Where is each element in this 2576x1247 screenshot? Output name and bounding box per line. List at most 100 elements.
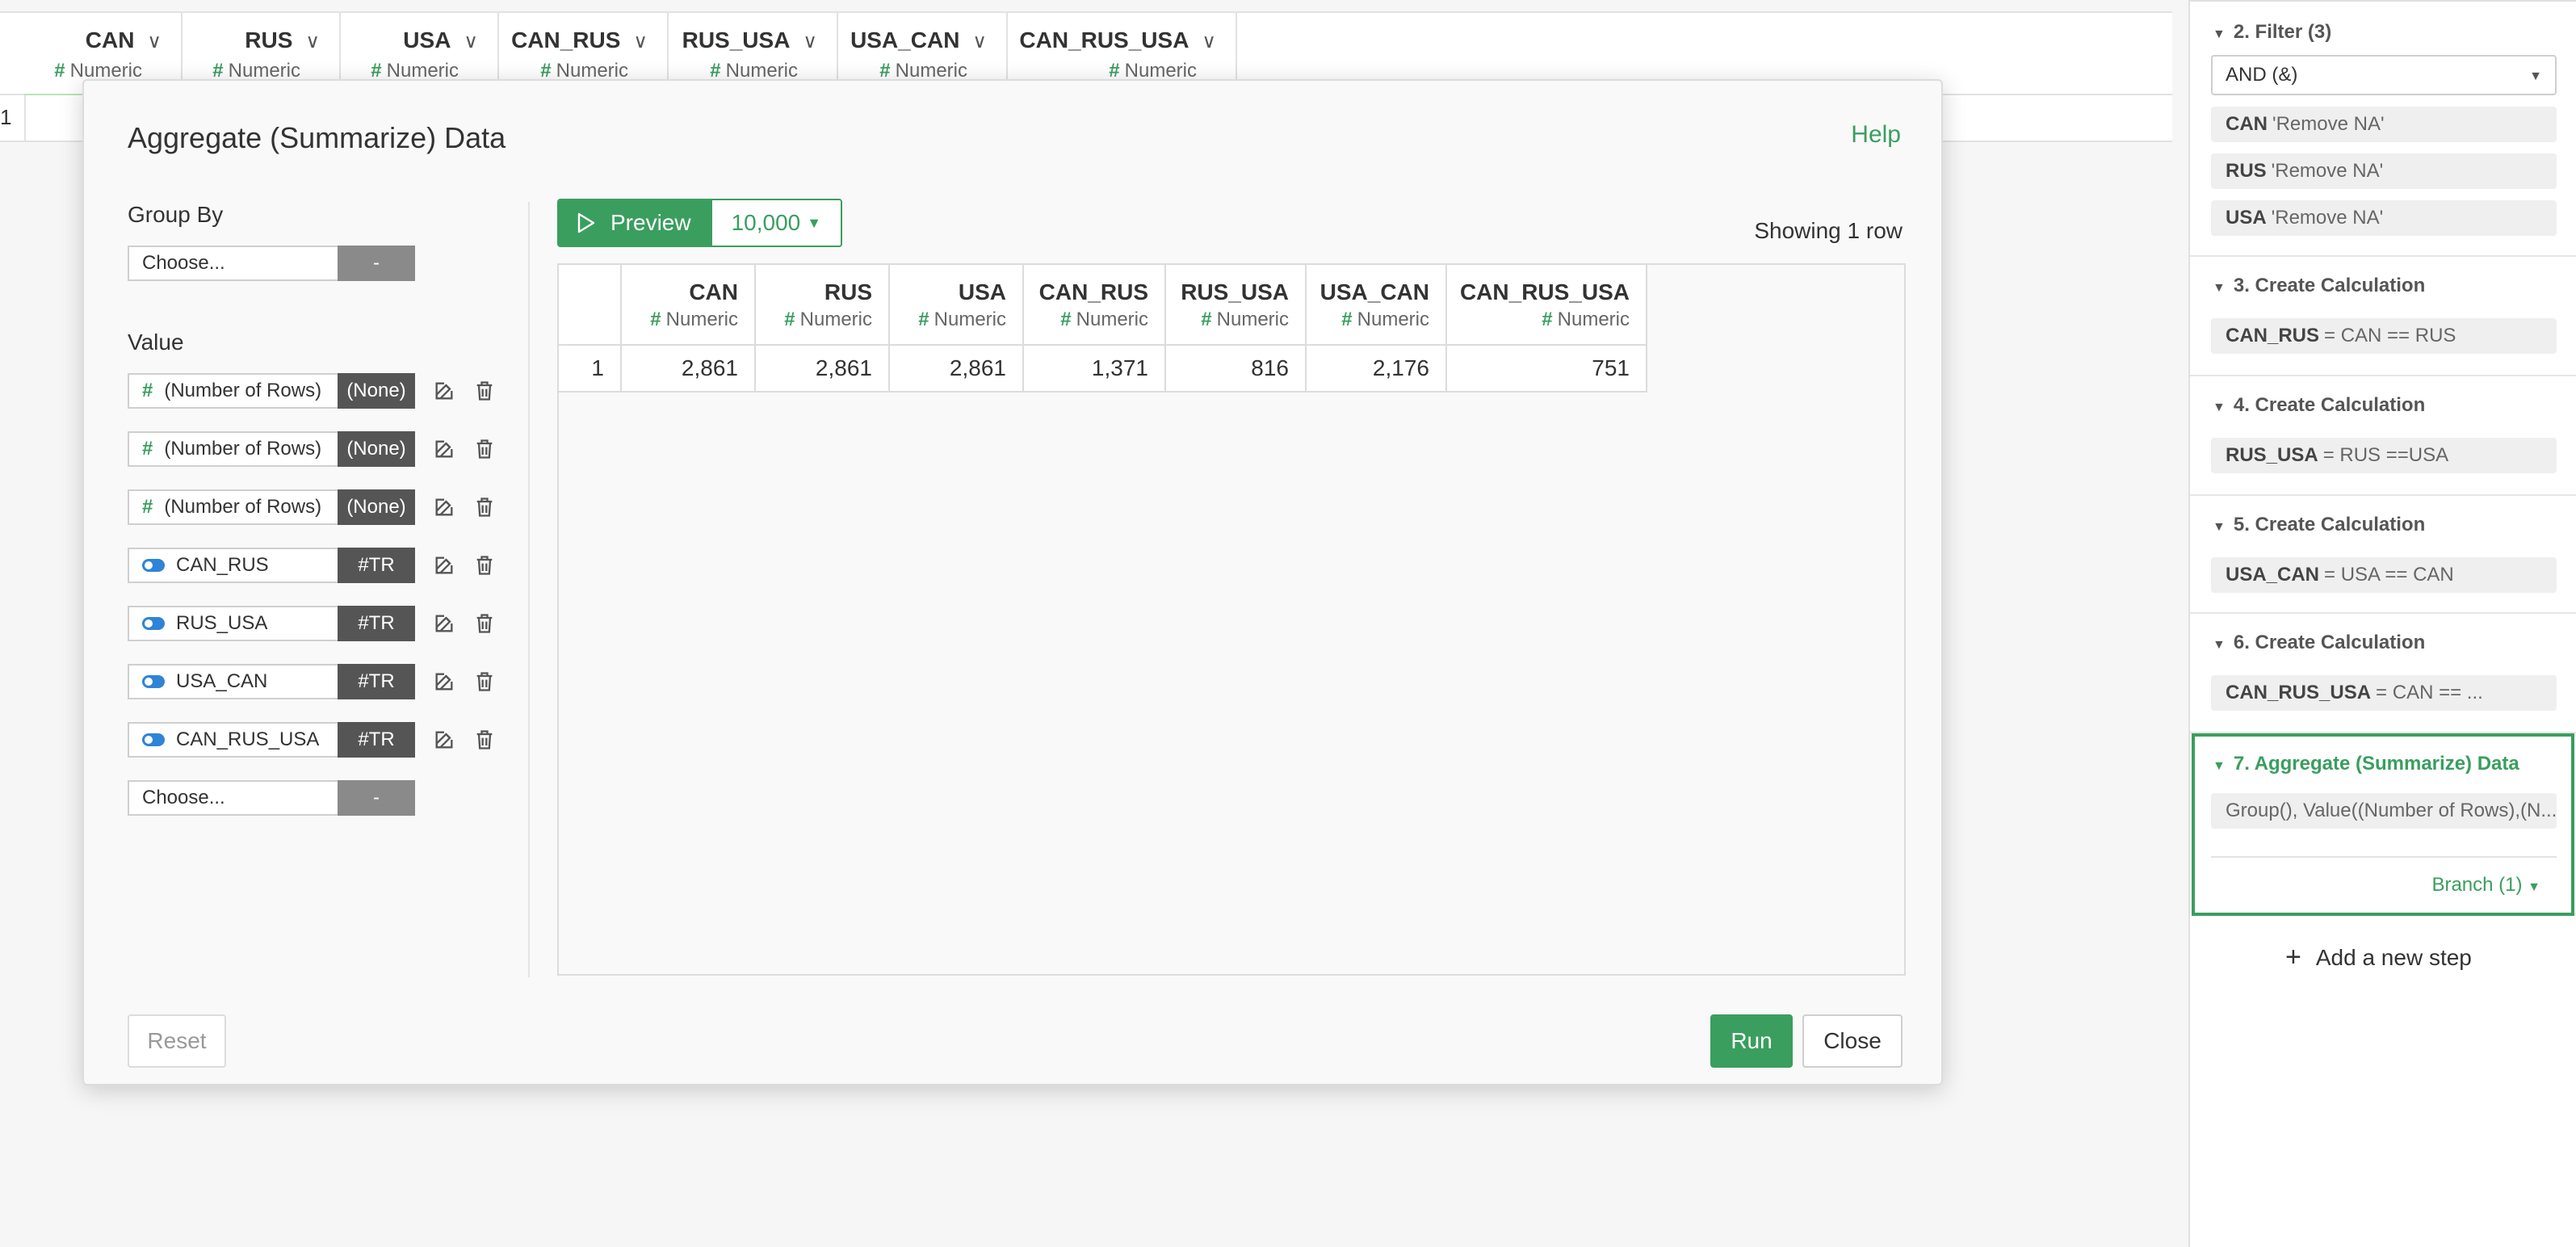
step-calculation-5[interactable]: ▼ 5. Create Calculation USA_CAN = USA == C…: [2190, 496, 2576, 614]
value-column-select[interactable]: # (Number of Rows): [128, 431, 338, 467]
value-column-select[interactable]: # (Number of Rows): [128, 489, 338, 525]
edit-icon[interactable]: [433, 496, 455, 519]
value-column-select[interactable]: # (Number of Rows): [128, 373, 338, 409]
chevron-down-icon[interactable]: ∨: [147, 30, 162, 53]
value-row: # (Number of Rows) (None): [128, 431, 539, 467]
aggregate-function-select[interactable]: (None): [338, 373, 415, 409]
value-row: RUS_USA #TR: [128, 606, 539, 641]
group-by-tag[interactable]: -: [338, 246, 415, 281]
step-calculation-4[interactable]: ▼ 4. Create Calculation RUS_USA = RUS ==US…: [2190, 376, 2576, 496]
trash-icon[interactable]: [473, 496, 496, 519]
collapse-triangle-icon[interactable]: ▼: [2213, 27, 2226, 41]
aggregate-function-select[interactable]: #TR: [338, 722, 415, 758]
column-name: USA_CAN: [1319, 279, 1429, 304]
preview-button[interactable]: Preview: [559, 200, 712, 246]
column-type: Numeric: [1216, 309, 1289, 330]
value-column-select[interactable]: CAN_RUS: [128, 548, 338, 583]
value-column-name: RUS_USA: [176, 612, 268, 634]
edit-icon[interactable]: [433, 380, 455, 402]
trash-icon[interactable]: [473, 380, 496, 402]
trash-icon[interactable]: [473, 612, 496, 635]
value-column-select[interactable]: RUS_USA: [128, 606, 338, 641]
trash-icon[interactable]: [473, 728, 496, 751]
calculation-summary[interactable]: RUS_USA = RUS ==USA: [2211, 438, 2557, 473]
trash-icon[interactable]: [473, 670, 496, 693]
aggregate-function-select[interactable]: (None): [338, 431, 415, 467]
filter-condition[interactable]: RUS 'Remove NA': [2211, 153, 2557, 189]
chevron-down-icon[interactable]: ∨: [464, 30, 478, 53]
value-column-select[interactable]: CAN_RUS_USA: [128, 722, 338, 758]
value-column-name: (Number of Rows): [164, 496, 322, 518]
collapse-triangle-icon[interactable]: ▼: [2213, 401, 2226, 414]
step-aggregate-active[interactable]: ▼ 7. Aggregate (Summarize) Data Group(), …: [2192, 733, 2574, 916]
group-by-select[interactable]: Choose...: [128, 246, 338, 281]
reset-button[interactable]: Reset: [128, 1014, 226, 1068]
trash-icon[interactable]: [473, 438, 496, 460]
value-column-select[interactable]: USA_CAN: [128, 664, 338, 699]
step-calculation-6[interactable]: ▼ 6. Create Calculation CAN_RUS_USA = CAN …: [2190, 614, 2576, 733]
filter-logic-select[interactable]: AND (&) ▼: [2211, 55, 2557, 95]
calculation-summary[interactable]: USA_CAN = USA == CAN: [2211, 557, 2557, 593]
calculation-summary[interactable]: CAN_RUS_USA = CAN == ...: [2211, 675, 2557, 711]
add-step-button[interactable]: + Add a new step: [2285, 942, 2472, 973]
step-title: 2. Filter (3): [2233, 21, 2332, 43]
plus-icon: +: [2285, 942, 2301, 972]
condition-text: 'Remove NA': [2272, 113, 2385, 135]
edit-icon[interactable]: [433, 670, 455, 693]
panel-divider: [528, 202, 530, 977]
group-by-label: Group By: [128, 202, 224, 227]
column-name: USA: [958, 279, 1006, 304]
edit-icon[interactable]: [433, 554, 455, 577]
aggregate-function-select[interactable]: -: [338, 780, 415, 816]
run-button[interactable]: Run: [1710, 1014, 1793, 1068]
chevron-down-icon[interactable]: ∨: [1202, 30, 1216, 53]
numeric-icon: #: [1201, 309, 1212, 330]
close-button[interactable]: Close: [1802, 1014, 1903, 1068]
numeric-icon: #: [1060, 309, 1072, 330]
calculation-summary[interactable]: CAN_RUS = CAN == RUS: [2211, 318, 2557, 354]
table-cell: 2,861: [756, 346, 890, 393]
branch-dropdown[interactable]: Branch (1) ▼: [2431, 874, 2540, 896]
step-calculation-3[interactable]: ▼ 3. Create Calculation CAN_RUS = CAN == R…: [2190, 257, 2576, 376]
chevron-down-icon[interactable]: ∨: [972, 30, 987, 53]
collapse-triangle-icon[interactable]: ▼: [2213, 520, 2226, 534]
filter-condition[interactable]: CAN 'Remove NA': [2211, 107, 2557, 142]
collapse-triangle-icon[interactable]: ▼: [2213, 759, 2226, 773]
aggregate-summary[interactable]: Group(), Value((Number of Rows),(N...: [2211, 793, 2557, 829]
edit-icon[interactable]: [433, 438, 455, 460]
collapse-triangle-icon[interactable]: ▼: [2213, 281, 2226, 295]
value-row: # (Number of Rows) (None): [128, 373, 539, 409]
numeric-icon: #: [142, 438, 153, 460]
step-divider: [2211, 856, 2557, 858]
numeric-icon: #: [1542, 309, 1553, 330]
numeric-icon: #: [54, 60, 65, 82]
edit-icon[interactable]: [433, 612, 455, 635]
aggregate-function-select[interactable]: #TR: [338, 606, 415, 641]
table-row: 1 2,861 2,861 2,861 1,371 816 2,176 751: [559, 346, 1647, 393]
column-type: Numeric: [1124, 60, 1197, 82]
play-icon: [577, 212, 595, 233]
column-type: Numeric: [725, 60, 798, 82]
table-cell: 751: [1447, 346, 1647, 393]
chevron-down-icon[interactable]: ∨: [305, 30, 320, 53]
column-type: Numeric: [228, 60, 300, 82]
filter-condition[interactable]: USA 'Remove NA': [2211, 200, 2557, 236]
chevron-down-icon[interactable]: ∨: [803, 30, 817, 53]
preview-column-header: USA # Numeric: [890, 265, 1024, 346]
step-filter[interactable]: ▼ 2. Filter (3) AND (&) ▼ CAN 'Remove NA' R…: [2190, 0, 2576, 257]
aggregate-function-select[interactable]: #TR: [338, 664, 415, 699]
numeric-icon: #: [650, 309, 661, 330]
value-column-select[interactable]: Choose...: [128, 780, 338, 816]
column-type: Numeric: [556, 60, 628, 82]
edit-icon[interactable]: [433, 728, 455, 751]
aggregate-function-select[interactable]: #TR: [338, 548, 415, 583]
preview-column-header: CAN_RUS_USA # Numeric: [1447, 265, 1647, 346]
column-name: CAN: [689, 279, 738, 304]
collapse-triangle-icon[interactable]: ▼: [2213, 638, 2226, 652]
chevron-down-icon[interactable]: ∨: [633, 30, 648, 53]
trash-icon[interactable]: [473, 554, 496, 577]
group-by-row: Choose... -: [128, 246, 539, 281]
help-link[interactable]: Help: [1851, 121, 1901, 149]
aggregate-function-select[interactable]: (None): [338, 489, 415, 525]
row-limit-dropdown[interactable]: 10,000 ▼: [711, 200, 841, 246]
